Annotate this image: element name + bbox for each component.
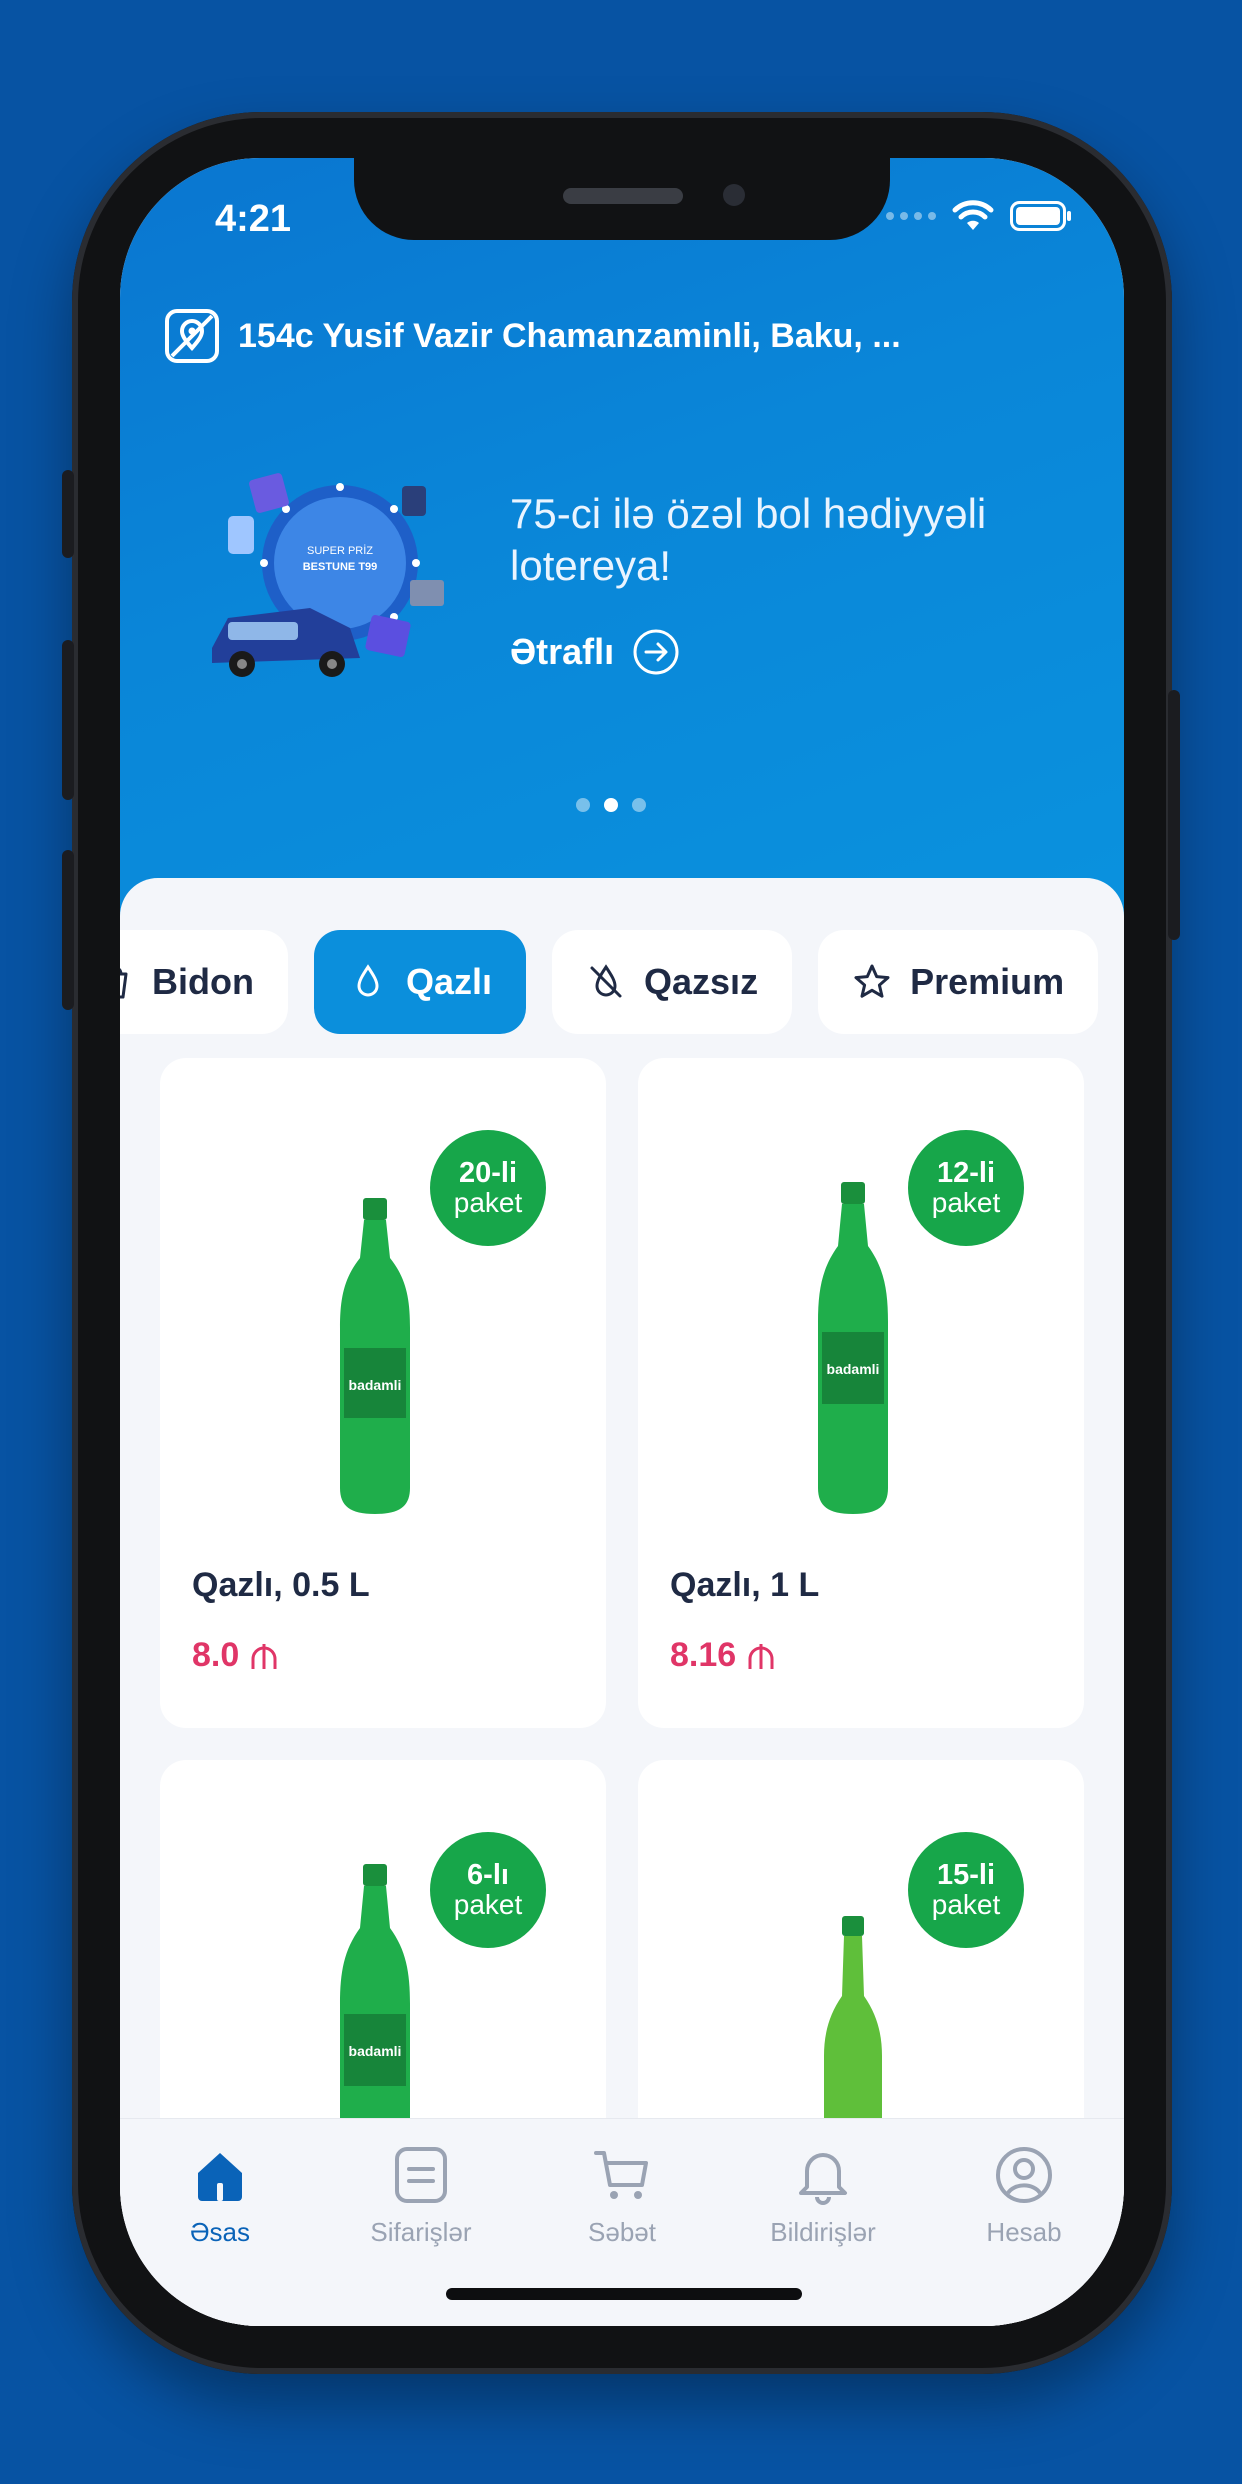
product-price: 8.16 — [670, 1636, 776, 1675]
price-value: 8.16 — [670, 1636, 737, 1674]
pack-badge: 12-li paket — [908, 1130, 1024, 1246]
tab-bidon[interactable]: Bidon — [120, 930, 288, 1034]
products-sheet: Bidon Qazlı Qazsız Premium 20-li paket b… — [120, 878, 1124, 2326]
manat-icon — [748, 1643, 774, 1669]
arrow-right-circle-icon — [633, 629, 679, 675]
promo-art-line-2: BESTUNE T99 — [303, 561, 378, 573]
no-drop-icon — [590, 964, 622, 998]
nav-notifications[interactable]: Bildirişlər — [738, 2143, 908, 2248]
pack-size: 12-li — [936, 1157, 996, 1189]
promo-lottery-image: SUPER PRİZ BESTUNE T99 — [212, 473, 444, 677]
bell-icon — [799, 2153, 847, 2205]
pack-size: 15-li — [936, 1859, 996, 1891]
star-icon — [854, 964, 890, 998]
manat-icon — [251, 1643, 277, 1669]
power-button — [1168, 690, 1180, 940]
promo-art-line-1: SUPER PRİZ — [307, 544, 373, 557]
home-indicator[interactable] — [446, 2288, 802, 2300]
tab-label: Bidon — [152, 961, 254, 1002]
carousel-dot[interactable] — [632, 798, 646, 812]
status-time: 4:21 — [215, 198, 292, 240]
pack-label: paket — [931, 1187, 1001, 1218]
tab-label: Qazlı — [405, 961, 493, 1002]
signal-icon — [886, 212, 936, 220]
bottle-brand: badamli — [349, 2043, 402, 2059]
nav-home[interactable]: Əsas — [135, 2143, 305, 2248]
nav-label: Əsas — [189, 2217, 251, 2247]
hero-banner: 4:21 154c Yusif Vazir Chamanzaminli, Bak… — [120, 158, 1124, 918]
battery-icon — [1010, 201, 1071, 231]
bottle-image: badamli — [818, 1182, 888, 1514]
home-icon — [198, 2153, 242, 2201]
product-name: Qazlı, 1 L — [670, 1566, 820, 1604]
tab-label: Premium — [910, 961, 1065, 1002]
front-camera — [723, 184, 745, 206]
tab-qazli[interactable]: Qazlı — [313, 930, 527, 1034]
product-price: 8.0 — [192, 1636, 279, 1675]
nav-label: Səbət — [588, 2217, 656, 2247]
nav-label: Bildirişlər — [770, 2217, 876, 2247]
pack-badge: 20-li paket — [430, 1130, 546, 1246]
bottle-brand: badamli — [349, 1377, 402, 1393]
category-tabs: Bidon Qazlı Qazsız Premium — [120, 930, 1099, 1034]
pack-badge: 6-lı paket — [430, 1832, 546, 1948]
pack-label: paket — [453, 1187, 523, 1218]
nav-label: Sifarişlər — [370, 2217, 472, 2247]
volume-up-button — [62, 640, 74, 800]
bottle-image: badamli — [340, 1198, 410, 1514]
orders-icon — [395, 2147, 447, 2203]
promo-link-label: Ətraflı — [510, 631, 615, 672]
app-screen: 4:21 154c Yusif Vazir Chamanzaminli, Bak… — [120, 158, 1124, 2326]
tab-premium[interactable]: Premium — [818, 930, 1099, 1034]
carousel-dot[interactable] — [576, 798, 590, 812]
nav-cart[interactable]: Səbət — [537, 2143, 707, 2248]
nav-label: Hesab — [986, 2217, 1062, 2247]
promo-details-link[interactable]: Ətraflı — [510, 628, 680, 676]
product-name: Qazlı, 0.5 L — [192, 1566, 370, 1604]
nav-orders[interactable]: Sifarişlər — [336, 2143, 506, 2248]
volume-down-button — [62, 850, 74, 1010]
profile-icon — [996, 2147, 1052, 2203]
cart-icon — [594, 2151, 648, 2199]
speaker-grille — [563, 188, 683, 204]
address-text: 154c Yusif Vazir Chamanzaminli, Baku, ..… — [238, 316, 901, 355]
map-pin-icon — [165, 309, 219, 363]
nav-account[interactable]: Hesab — [939, 2143, 1109, 2248]
pack-size: 6-lı — [467, 1859, 509, 1891]
mute-switch — [62, 470, 74, 558]
wifi-icon — [952, 200, 994, 230]
pack-label: paket — [931, 1889, 1001, 1920]
carousel-dot-active[interactable] — [604, 798, 618, 812]
drop-icon — [357, 964, 379, 997]
tab-qazsiz[interactable]: Qazsız — [552, 930, 793, 1034]
bottle-brand: badamli — [827, 1361, 880, 1377]
price-value: 8.0 — [192, 1636, 240, 1674]
pack-size: 20-li — [458, 1157, 518, 1189]
bucket-icon — [120, 968, 128, 999]
tab-label: Qazsız — [644, 961, 759, 1002]
product-card[interactable]: 12-li paket badamli Qazlı, 1 L 8.16 — [638, 1058, 1084, 1728]
status-icons — [886, 200, 1072, 232]
carousel-dots[interactable] — [576, 798, 646, 812]
promo-title: 75-ci ilə özəl bol hədiyyəli lotereya! — [510, 490, 987, 589]
pack-label: paket — [453, 1889, 523, 1920]
pack-badge: 15-li paket — [908, 1832, 1024, 1948]
address-selector[interactable]: 154c Yusif Vazir Chamanzaminli, Baku, ..… — [164, 308, 901, 364]
product-card[interactable]: 20-li paket badamli Qazlı, 0.5 L 8.0 — [160, 1058, 606, 1728]
